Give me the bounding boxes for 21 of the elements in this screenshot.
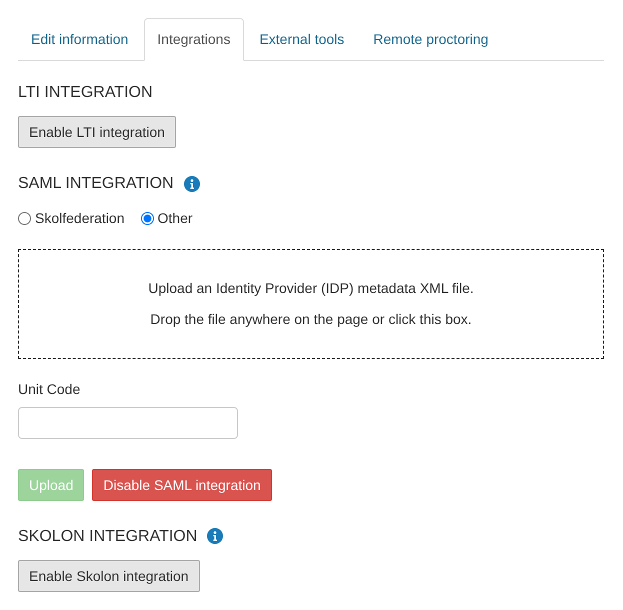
section-heading: SAML INTEGRATION — [18, 174, 174, 194]
upload-dropzone[interactable]: Upload an Identity Provider (IDP) metadata XML file. Drop the file anywhere on the page or click this box. — [18, 248, 604, 359]
dropzone-text: Drop the file anywhere on the page or click this box. — [150, 310, 472, 329]
tab[interactable]: Remote proctoring — [360, 18, 502, 61]
section-heading: LTI INTEGRATION — [18, 83, 153, 102]
action-button[interactable]: Enable Skolon integration — [18, 560, 200, 592]
action-button[interactable]: Enable LTI integration — [18, 116, 176, 148]
radio-button[interactable] — [140, 212, 154, 225]
unit-code-field[interactable] — [18, 406, 238, 439]
section-heading: SKOLON INTEGRATION — [18, 526, 198, 546]
tab[interactable]: Integrations — [144, 18, 244, 61]
tab[interactable]: External tools — [246, 18, 358, 61]
action-button[interactable]: Disable SAML integration — [92, 468, 272, 501]
radio-label: Other — [158, 208, 193, 228]
dropzone-text: Upload an Identity Provider (IDP) metadata XML file. — [148, 278, 474, 298]
tab[interactable]: Edit information — [18, 18, 142, 61]
radio-button[interactable] — [18, 212, 31, 225]
radio-label: Skolfederation — [35, 208, 125, 228]
field-label: Unit Code — [18, 380, 82, 399]
info-icon[interactable] — [207, 528, 224, 544]
info-icon[interactable] — [184, 176, 200, 192]
